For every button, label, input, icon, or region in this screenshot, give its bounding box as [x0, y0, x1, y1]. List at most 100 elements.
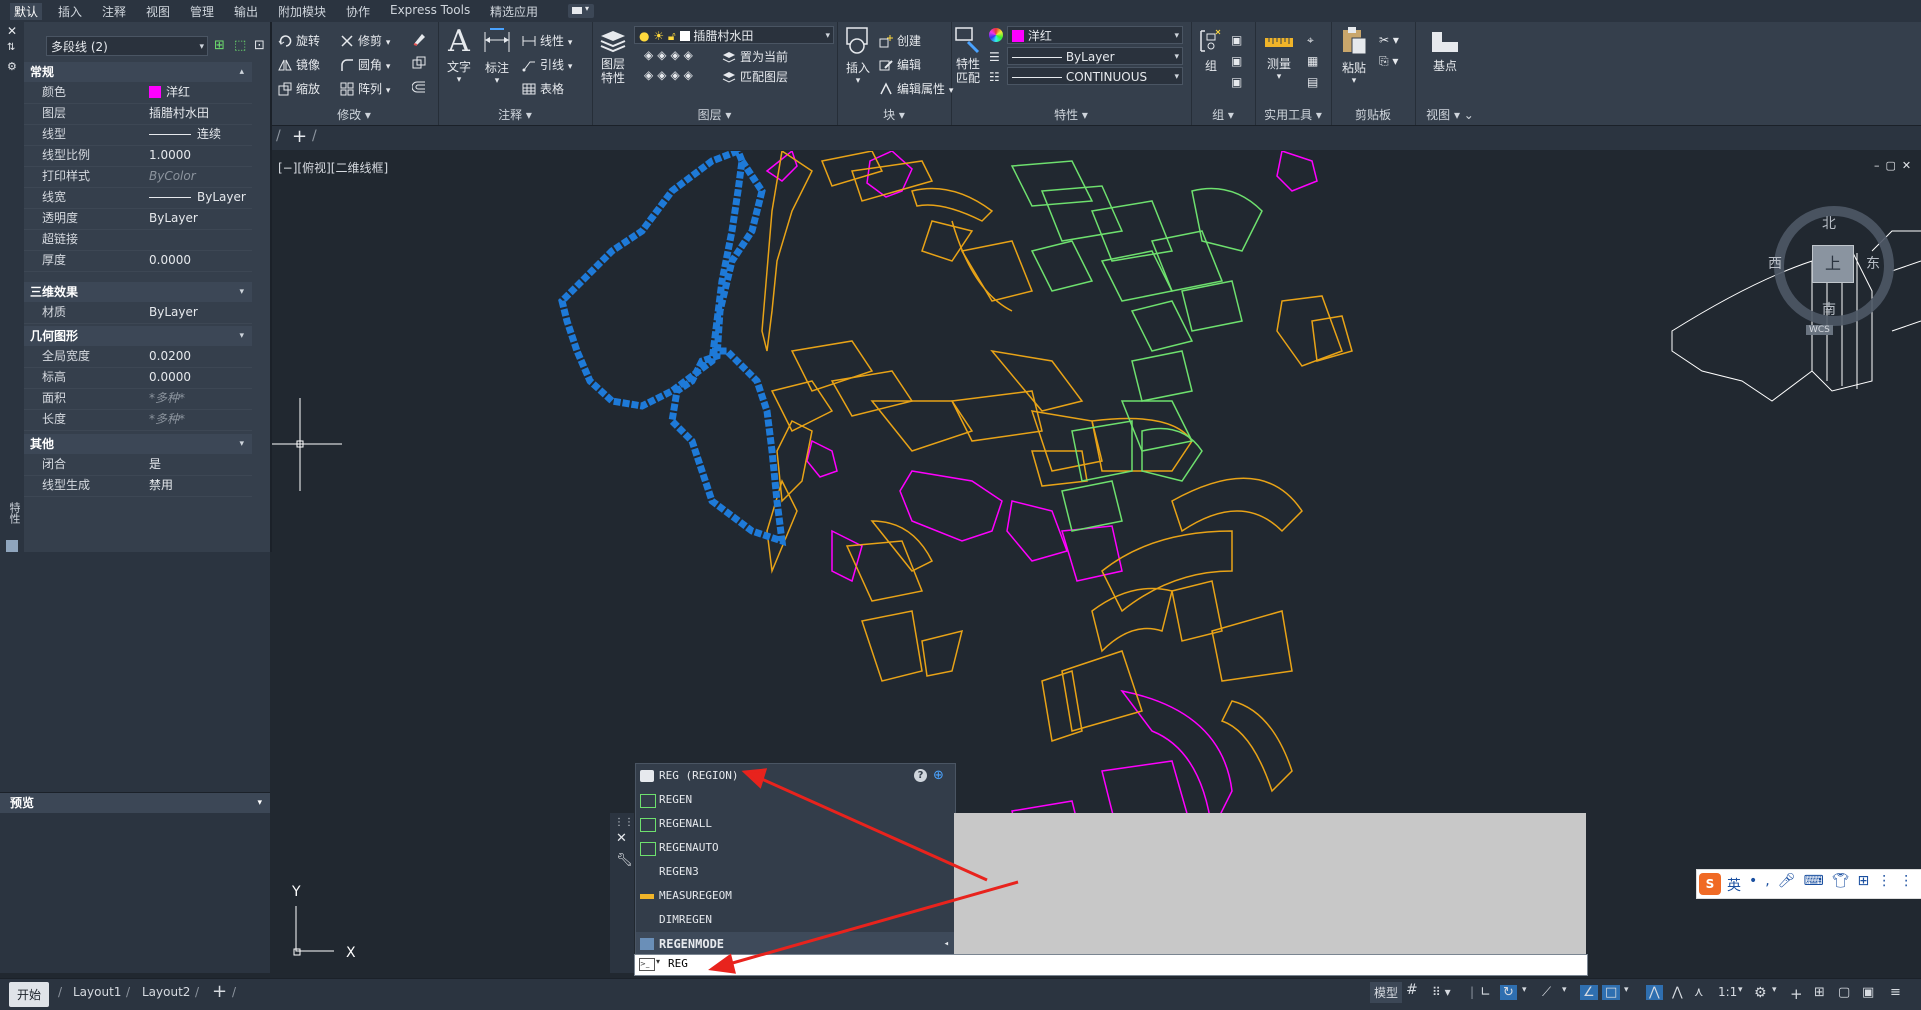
property-value[interactable]: 0.0000: [149, 367, 191, 388]
section-misc[interactable]: 其他 ▾: [24, 434, 252, 454]
tab-output[interactable]: 输出: [234, 3, 258, 20]
layer-dropdown[interactable]: ● ☀ 🔓︎ 插腊村水田 ▾: [634, 26, 834, 44]
viewport-window-controls[interactable]: –▢✕: [1874, 159, 1917, 172]
view-panel-title[interactable]: 视图 ▾ ⌄: [1415, 106, 1485, 123]
layout1-tab[interactable]: Layout1: [73, 985, 121, 999]
text-button[interactable]: A 文字 ▾: [444, 26, 474, 86]
quick-select-icon[interactable]: ⊞: [214, 38, 225, 53]
create-block-button[interactable]: 创建: [879, 32, 921, 49]
color-dropdown[interactable]: 洋红 ▾: [1007, 26, 1183, 44]
section-3d-effects[interactable]: 三维效果 ▾: [24, 282, 252, 302]
layers-panel-title[interactable]: 图层 ▾: [592, 106, 837, 123]
tab-featured-apps[interactable]: 精选应用: [490, 3, 538, 20]
property-value[interactable]: *多种*: [149, 388, 185, 409]
ortho-icon[interactable]: ∟: [1480, 985, 1491, 1000]
annotation-scale-value[interactable]: 1:1: [1718, 985, 1737, 999]
autohide-icon[interactable]: ⇅: [7, 42, 15, 53]
rotate-button[interactable]: 旋转: [278, 32, 320, 49]
property-row[interactable]: 厚度 0.0000: [24, 250, 252, 272]
close-icon[interactable]: ✕: [616, 831, 627, 846]
select-objects-icon[interactable]: ⬚: [234, 38, 246, 53]
property-value[interactable]: 是: [149, 454, 161, 475]
autocomplete-item[interactable]: REGENALL: [636, 812, 955, 836]
layer-tools-icons[interactable]: ◈◈◈◈: [644, 48, 697, 62]
annotation-scale-icon[interactable]: ⋏: [1694, 985, 1704, 1000]
property-row[interactable]: 打印样式 ByColor: [24, 166, 252, 188]
utility-tools-icons[interactable]: ⌖ ▦ ▤: [1307, 30, 1318, 93]
command-input[interactable]: >_ ▾ REG: [634, 954, 1588, 976]
tab-collaborate[interactable]: 协作: [346, 3, 370, 20]
trim-button[interactable]: 修剪 ▾: [340, 32, 390, 49]
layer-properties-button[interactable]: 图层特性: [596, 28, 630, 85]
clipboard-tools-icons[interactable]: ✂ ▾ ⎘ ▾: [1379, 30, 1399, 72]
ime-tool-icons[interactable]: •,🎤︎⌨👕︎⊞⋮⋮: [1749, 873, 1921, 889]
isodraft-icon[interactable]: ⟋: [1542, 985, 1551, 1000]
tab-view[interactable]: 视图: [146, 3, 170, 20]
groups-panel-title[interactable]: 组 ▾: [1191, 106, 1255, 123]
command-prompt-icon[interactable]: >_: [639, 958, 655, 971]
utilities-panel-title[interactable]: 实用工具 ▾: [1255, 106, 1331, 123]
property-value[interactable]: 0.0000: [149, 250, 191, 271]
help-icon[interactable]: ?: [914, 769, 927, 782]
property-value[interactable]: 连续: [197, 124, 221, 145]
property-value[interactable]: ByLayer: [149, 208, 198, 229]
tab-annotate[interactable]: 注释: [102, 3, 126, 20]
workspace-gear-icon[interactable]: ⚙: [1754, 985, 1767, 1001]
properties-panel-title[interactable]: 特性 ▾: [951, 106, 1191, 123]
sogou-logo-icon[interactable]: S: [1699, 873, 1721, 895]
property-row[interactable]: 线宽 ByLayer: [24, 187, 252, 209]
array-button[interactable]: 阵列 ▾: [340, 80, 390, 97]
view-cube[interactable]: 上 北 西 东 南 WCS: [1768, 201, 1921, 351]
annotation-autoscale-icon[interactable]: ⋀: [1672, 985, 1683, 1000]
grid-icon[interactable]: #: [1406, 982, 1418, 998]
autocomplete-item[interactable]: MEASUREGEOM: [636, 884, 955, 908]
preview-header[interactable]: 预览 ▾: [0, 793, 270, 813]
property-row[interactable]: 闭合 是: [24, 454, 252, 476]
linetype-dropdown[interactable]: CONTINUOUS ▾: [1007, 67, 1183, 85]
grip-icon[interactable]: ⋮⋮: [614, 817, 634, 828]
tab-express-tools[interactable]: Express Tools: [390, 3, 470, 17]
tab-addins[interactable]: 附加模块: [278, 3, 326, 20]
edit-block-button[interactable]: 编辑: [879, 56, 921, 73]
quick-properties-icon[interactable]: ▢: [1838, 985, 1850, 1000]
property-row[interactable]: 超链接: [24, 229, 252, 251]
chevron-down-icon[interactable]: ▾: [1562, 985, 1567, 995]
object-snap-tracking-icon[interactable]: ∠: [1580, 985, 1598, 1000]
property-row[interactable]: 颜色 洋红: [24, 82, 252, 104]
mirror-button[interactable]: 镜像: [278, 56, 320, 73]
annotation-panel-title[interactable]: 注释 ▾: [438, 106, 592, 123]
property-row[interactable]: 线型 连续: [24, 124, 252, 146]
compass-south[interactable]: 南: [1822, 299, 1836, 319]
copy-icon[interactable]: [412, 56, 426, 70]
property-row[interactable]: 透明度 ByLayer: [24, 208, 252, 230]
property-value[interactable]: *多种*: [149, 409, 185, 430]
lineweight-dropdown[interactable]: ByLayer ▾: [1007, 47, 1183, 65]
block-panel-title[interactable]: 块 ▾: [837, 106, 951, 123]
property-row[interactable]: 线型比例 1.0000: [24, 145, 252, 167]
offset-icon[interactable]: [411, 80, 426, 94]
property-value[interactable]: ByLayer: [149, 302, 198, 323]
layer-tools-icons-2[interactable]: ◈◈◈◈: [644, 68, 697, 82]
section-general[interactable]: 常规 ▴: [24, 62, 252, 82]
dimension-button[interactable]: 标注 ▾: [480, 26, 514, 86]
view-cube-top-face[interactable]: 上: [1812, 245, 1854, 283]
property-row[interactable]: 材质 ByLayer: [24, 302, 252, 324]
measure-button[interactable]: 测量 ▾: [1259, 32, 1299, 82]
property-row[interactable]: 面积 *多种*: [24, 388, 252, 410]
annotation-monitor-icon[interactable]: +: [1790, 985, 1803, 1003]
insert-button[interactable]: 插入 ▾: [841, 26, 875, 86]
wcs-menu[interactable]: WCS: [1806, 325, 1833, 335]
clean-screen-icon[interactable]: ▣: [1862, 985, 1874, 1000]
erase-icon[interactable]: [412, 32, 426, 46]
linear-button[interactable]: 线性 ▾: [522, 32, 572, 49]
ribbon-toggle-icon[interactable]: ▾: [568, 4, 594, 18]
chevron-down-icon[interactable]: ▾: [1522, 985, 1527, 995]
property-value[interactable]: ByLayer: [197, 187, 246, 208]
autocomplete-item[interactable]: REGEN: [636, 788, 955, 812]
annotation-visibility-icon[interactable]: ⋀: [1646, 985, 1663, 1000]
layout2-tab[interactable]: Layout2: [142, 985, 190, 999]
customization-icon[interactable]: ≡: [1890, 985, 1901, 1000]
object-snap-icon[interactable]: □: [1602, 985, 1621, 1000]
fillet-button[interactable]: 圆角 ▾: [340, 56, 390, 73]
new-tab-button[interactable]: +: [292, 126, 307, 147]
